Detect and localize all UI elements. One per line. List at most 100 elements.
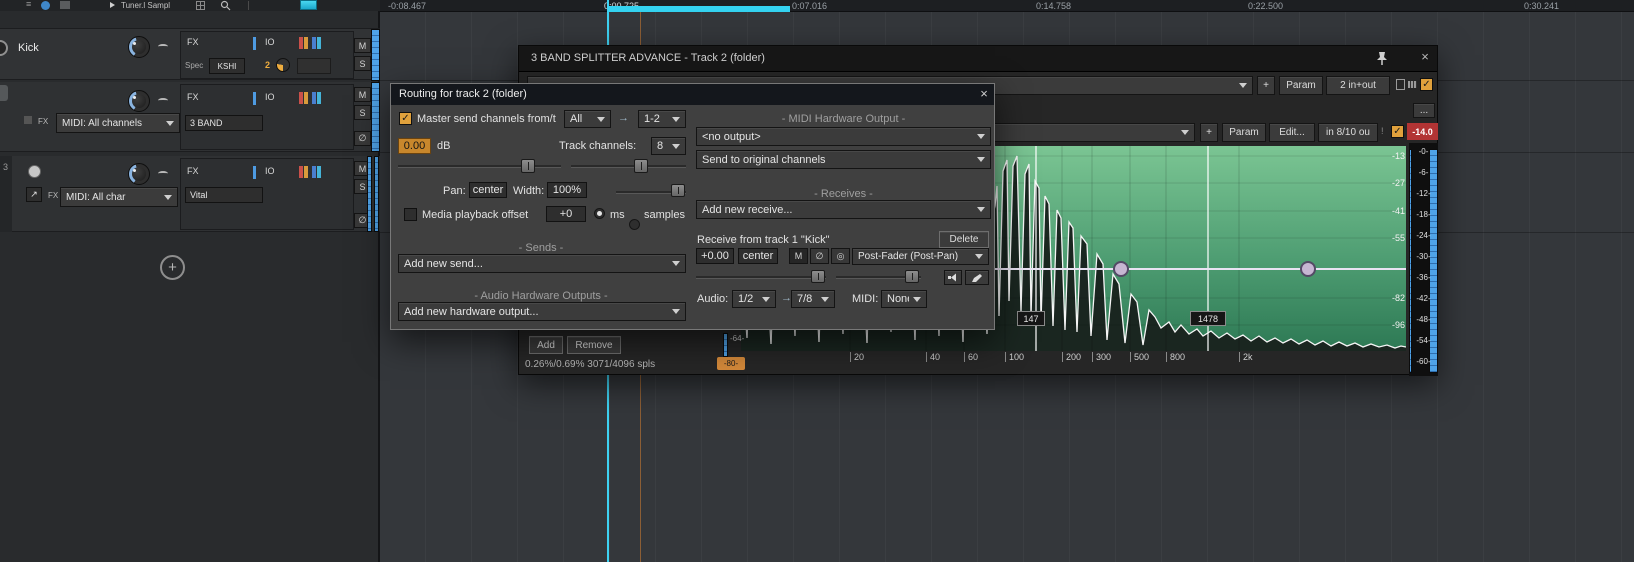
add-band-button[interactable]: Add (529, 336, 563, 354)
solo-button[interactable]: S (354, 56, 371, 71)
output-meter[interactable]: -0- -6- -12- -18- -24- -30- -36- -42- -4… (1409, 143, 1438, 376)
send-pan-slider-handle[interactable] (634, 159, 648, 173)
band-handle-1[interactable] (1114, 262, 1128, 276)
routing-dialog[interactable]: Routing for track 2 (folder) × Master se… (390, 83, 995, 330)
plugin-enable-checkbox[interactable] (1391, 125, 1404, 138)
record-arm-button[interactable] (0, 40, 8, 56)
send-pan-slider[interactable] (571, 165, 686, 168)
receive-mode-select[interactable]: Post-Fader (Post-Pan) (852, 248, 989, 265)
record-mode-button[interactable] (300, 0, 317, 10)
band-handle-2[interactable] (1301, 262, 1315, 276)
sampler-selector[interactable]: Tuner.l Sampl (121, 1, 170, 10)
fx-slot[interactable]: KSHI (209, 58, 245, 74)
pan-field[interactable]: center (469, 182, 507, 198)
ms-radio[interactable] (594, 208, 605, 219)
receive-volume-slider-handle[interactable] (811, 270, 825, 283)
automation-icon[interactable]: ↗ (26, 187, 42, 202)
plugin-gui-icon[interactable] (1396, 79, 1405, 90)
route-icon[interactable] (24, 116, 32, 124)
track-row-kick[interactable]: Kick FX IO Spec KSHI 2 M S (0, 28, 380, 80)
audio-source-select[interactable]: 1/2 (732, 290, 776, 308)
add-send-select[interactable]: Add new send... (398, 254, 686, 273)
offset-value-field[interactable]: +0 (546, 206, 586, 222)
dialog-titlebar[interactable]: Routing for track 2 (folder) × (391, 84, 994, 105)
remove-band-button[interactable]: Remove (567, 336, 621, 354)
add-receive-select[interactable]: Add new receive... (696, 200, 991, 219)
sync-icon[interactable] (41, 1, 50, 10)
fx-slot[interactable]: 3 BAND (185, 115, 263, 131)
midi-channel-mode-select[interactable]: Send to original channels (696, 150, 991, 169)
track-channels-select[interactable]: 8 (651, 137, 686, 155)
edit-receive-button[interactable] (965, 270, 989, 285)
phase-button[interactable]: ∅ (354, 131, 371, 146)
io-config-button[interactable]: 2 in+out (1326, 76, 1390, 95)
add-fx-button[interactable]: + (1257, 76, 1275, 95)
receive-volume-field[interactable]: +0.00 (696, 248, 734, 264)
io-button[interactable]: IO (265, 92, 275, 102)
receive-phase-button[interactable]: ∅ (810, 248, 829, 264)
grid-icon[interactable] (196, 1, 205, 10)
envelope-icon[interactable] (158, 171, 168, 176)
pin-icon[interactable] (1375, 51, 1389, 66)
save-icon[interactable] (60, 1, 70, 9)
close-icon[interactable]: × (1417, 49, 1433, 64)
receive-mute-button[interactable]: M (789, 248, 808, 264)
volume-knob[interactable] (128, 90, 150, 112)
send-volume-slider[interactable] (398, 165, 561, 168)
io-button[interactable]: IO (265, 37, 275, 47)
width-field[interactable]: 100% (547, 182, 587, 198)
param-button[interactable]: Param (1222, 123, 1266, 142)
midi-channel-select[interactable]: MIDI: All char (60, 187, 178, 207)
track-name[interactable]: Kick (18, 42, 39, 54)
folder-indicator[interactable] (0, 85, 8, 101)
delete-receive-button[interactable]: Delete (939, 231, 989, 248)
media-offset-checkbox[interactable] (404, 208, 417, 221)
crossover-freq-readout-1[interactable]: 147 (1017, 311, 1045, 326)
volume-knob[interactable] (128, 36, 150, 58)
record-arm-button[interactable] (28, 165, 41, 178)
timeline-ruler[interactable]: -0:08.467 0:00.725 0:07.016 0:14.758 0:2… (380, 0, 1634, 12)
receive-volume-slider[interactable] (696, 276, 826, 279)
track-row-folder[interactable]: FX MIDI: All channels FX IO 3 BAND M S ∅ (0, 82, 380, 152)
add-hardware-output-select[interactable]: Add new hardware output... (398, 302, 686, 321)
receive-mono-button[interactable]: ◎ (831, 248, 850, 264)
more-options-button[interactable]: ... (1413, 103, 1435, 118)
receive-pan-slider-handle[interactable] (905, 270, 919, 283)
menu-icon[interactable]: ≡ (26, 0, 31, 9)
add-track-button[interactable]: + (160, 255, 185, 280)
pin-connector-button[interactable]: in 8/10 ou (1318, 123, 1378, 142)
edit-button[interactable]: Edit... (1269, 123, 1315, 142)
fx-param-knob[interactable] (276, 58, 290, 72)
audio-dest-select[interactable]: 7/8 (791, 290, 835, 308)
crossover-freq-readout-2[interactable]: 1478 (1190, 311, 1226, 326)
fx-enable-checkbox[interactable] (1420, 78, 1433, 91)
width-slider-handle[interactable] (671, 184, 685, 197)
receive-pan-field[interactable]: center (738, 248, 778, 264)
track-row-3[interactable]: 3 ↗ FX MIDI: All char FX IO Vital M S ∅ (0, 156, 380, 232)
empty-fx-slot[interactable] (297, 58, 331, 74)
envelope-icon[interactable] (158, 98, 168, 103)
dest-channels-select[interactable]: 1-2 (638, 110, 686, 128)
midi-output-select[interactable]: <no output> (696, 127, 991, 146)
send-volume-field[interactable]: 0.00 (398, 138, 431, 154)
source-channels-select[interactable]: All (564, 110, 611, 128)
master-send-checkbox[interactable] (399, 112, 412, 125)
fx-button[interactable]: FX (187, 92, 199, 102)
cursor-tool-icon[interactable] (110, 2, 115, 8)
monitor-button[interactable] (944, 270, 962, 285)
mute-button[interactable]: M (354, 87, 371, 102)
close-icon[interactable]: × (977, 86, 991, 101)
peak-readout[interactable]: -14.0 (1407, 123, 1438, 140)
io-button[interactable]: IO (265, 166, 275, 176)
fx-button[interactable]: FX (187, 166, 199, 176)
search-icon[interactable] (220, 0, 231, 11)
samples-radio[interactable] (629, 219, 640, 230)
keyboard-icon[interactable] (1408, 81, 1417, 88)
param-button[interactable]: Param (1279, 76, 1323, 95)
mute-button[interactable]: M (354, 38, 371, 53)
add-plugin-button[interactable]: + (1200, 123, 1218, 142)
fx-button[interactable]: FX (187, 37, 199, 47)
midi-channel-select[interactable]: MIDI: All channels (56, 113, 180, 133)
midi-route-select[interactable]: None (881, 290, 927, 308)
meter-min-readout[interactable]: -80- (717, 357, 745, 370)
